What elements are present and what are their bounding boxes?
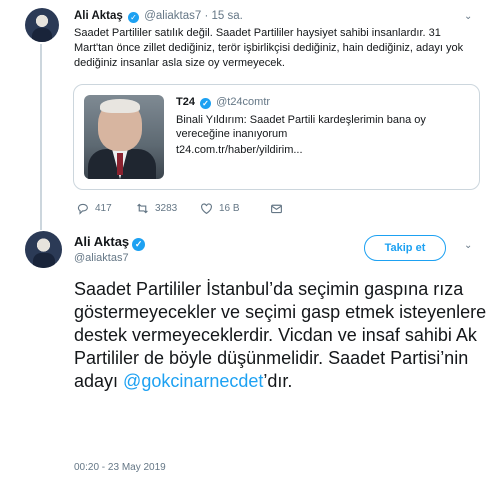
author-handle[interactable]: @aliaktas7 — [144, 10, 201, 22]
retweet-count: 3283 — [155, 203, 178, 214]
follow-button[interactable]: Takip et — [364, 235, 446, 261]
card-description: Binali Yıldırım: Saadet Partili kardeşle… — [176, 114, 426, 140]
reply-icon — [77, 203, 88, 215]
verified-badge-icon: ✓ — [128, 12, 139, 23]
retweet-icon — [137, 203, 148, 214]
retweet-button[interactable]: 3283 — [136, 202, 177, 215]
tweet-time[interactable]: 15 sa. — [212, 10, 243, 22]
tweet-text: Saadet Partililer satılık değil. Saadet … — [74, 27, 464, 69]
dm-button[interactable] — [270, 202, 283, 215]
avatar[interactable] — [25, 8, 59, 42]
card-source: T24 ✓ @t24comtr — [176, 95, 471, 109]
heart-icon — [201, 203, 212, 215]
mention-link[interactable]: @gokcinarnecdet — [123, 371, 263, 391]
verified-badge-icon: ✓ — [200, 98, 212, 109]
chevron-down-icon[interactable]: ⌄ — [464, 11, 472, 22]
mail-icon — [271, 204, 282, 214]
card-source-handle: @t24comtr — [216, 96, 271, 108]
avatar[interactable] — [25, 231, 62, 268]
thread-connector-line — [40, 44, 42, 230]
tweet-timestamp[interactable]: 00:20 - 23 May 2019 — [74, 462, 166, 473]
author-name[interactable]: Ali Aktaş — [74, 10, 123, 22]
card-url: t24.com.tr/haber/yildirim... — [176, 144, 303, 156]
like-count: 16 B — [219, 203, 240, 214]
card-source-name: T24 — [176, 96, 195, 108]
like-button[interactable]: 16 B — [200, 202, 240, 215]
author-name[interactable]: Ali Aktaş — [74, 234, 129, 249]
tweet-text: Saadet Partililer İstanbul’da seçimin ga… — [74, 278, 489, 393]
tweet-text-suffix: ’dır. — [263, 371, 293, 391]
link-preview-card[interactable]: T24 ✓ @t24comtr Binali Yıldırım: Saadet … — [73, 84, 480, 190]
tweet-header: Ali Aktaş ✓ @aliaktas7 · 15 sa. — [74, 10, 243, 23]
reply-count: 417 — [95, 203, 112, 214]
reply-button[interactable]: 417 — [76, 202, 112, 215]
author-name-row: Ali Aktaş ✓ — [74, 234, 147, 251]
card-thumbnail — [84, 95, 164, 179]
author-handle[interactable]: @aliaktas7 — [74, 252, 129, 264]
verified-badge-icon: ✓ — [132, 238, 146, 251]
chevron-down-icon[interactable]: ⌄ — [464, 240, 472, 251]
meta-separator: · — [204, 10, 212, 22]
